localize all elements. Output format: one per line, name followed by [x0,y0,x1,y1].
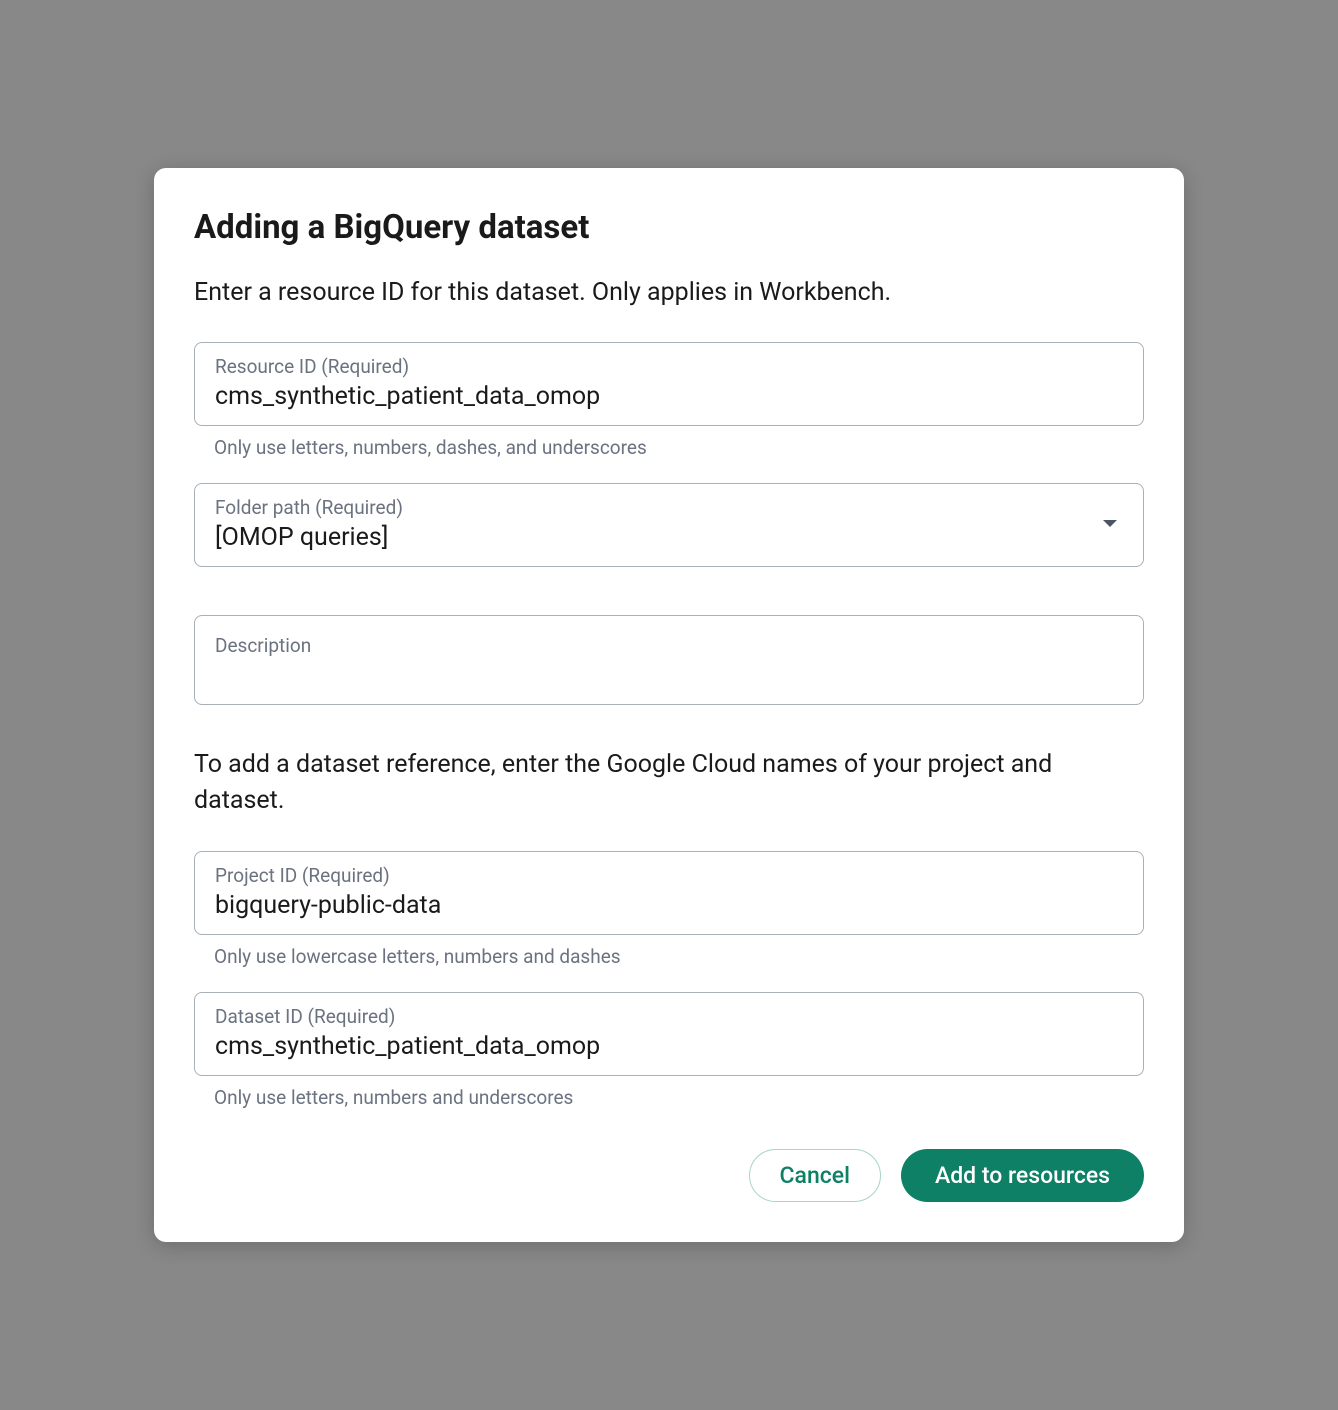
add-to-resources-button[interactable]: Add to resources [901,1149,1144,1202]
cancel-button[interactable]: Cancel [749,1149,881,1202]
dialog-title: Adding a BigQuery dataset [194,208,1144,247]
project-id-helper: Only use lowercase letters, numbers and … [194,945,1144,968]
dialog-button-row: Cancel Add to resources [194,1149,1144,1202]
dataset-id-input[interactable] [215,1032,1123,1061]
dataset-id-helper: Only use letters, numbers and underscore… [194,1086,1144,1109]
project-id-label: Project ID (Required) [215,864,1123,887]
folder-path-select[interactable]: Folder path (Required) [OMOP queries] [194,483,1144,567]
resource-id-group: Resource ID (Required) Only use letters,… [194,342,1144,459]
dataset-id-label: Dataset ID (Required) [215,1005,1123,1028]
project-id-input-wrapper[interactable]: Project ID (Required) [194,851,1144,935]
resource-id-label: Resource ID (Required) [215,355,1123,378]
dialog-subtitle: Enter a resource ID for this dataset. On… [194,275,1144,310]
resource-id-input-wrapper[interactable]: Resource ID (Required) [194,342,1144,426]
description-label: Description [215,634,311,657]
dataset-id-input-wrapper[interactable]: Dataset ID (Required) [194,992,1144,1076]
resource-id-helper: Only use letters, numbers, dashes, and u… [194,436,1144,459]
folder-path-group: Folder path (Required) [OMOP queries] [194,483,1144,567]
project-id-input[interactable] [215,891,1123,920]
section-2-text: To add a dataset reference, enter the Go… [194,747,1144,820]
add-bigquery-dataset-dialog: Adding a BigQuery dataset Enter a resour… [154,168,1184,1243]
dataset-id-group: Dataset ID (Required) Only use letters, … [194,992,1144,1109]
folder-path-label: Folder path (Required) [215,496,1103,519]
folder-path-value: [OMOP queries] [215,523,1103,552]
description-input-wrapper[interactable]: Description [194,615,1144,705]
project-id-group: Project ID (Required) Only use lowercase… [194,851,1144,968]
chevron-down-icon [1103,520,1117,527]
resource-id-input[interactable] [215,382,1123,411]
